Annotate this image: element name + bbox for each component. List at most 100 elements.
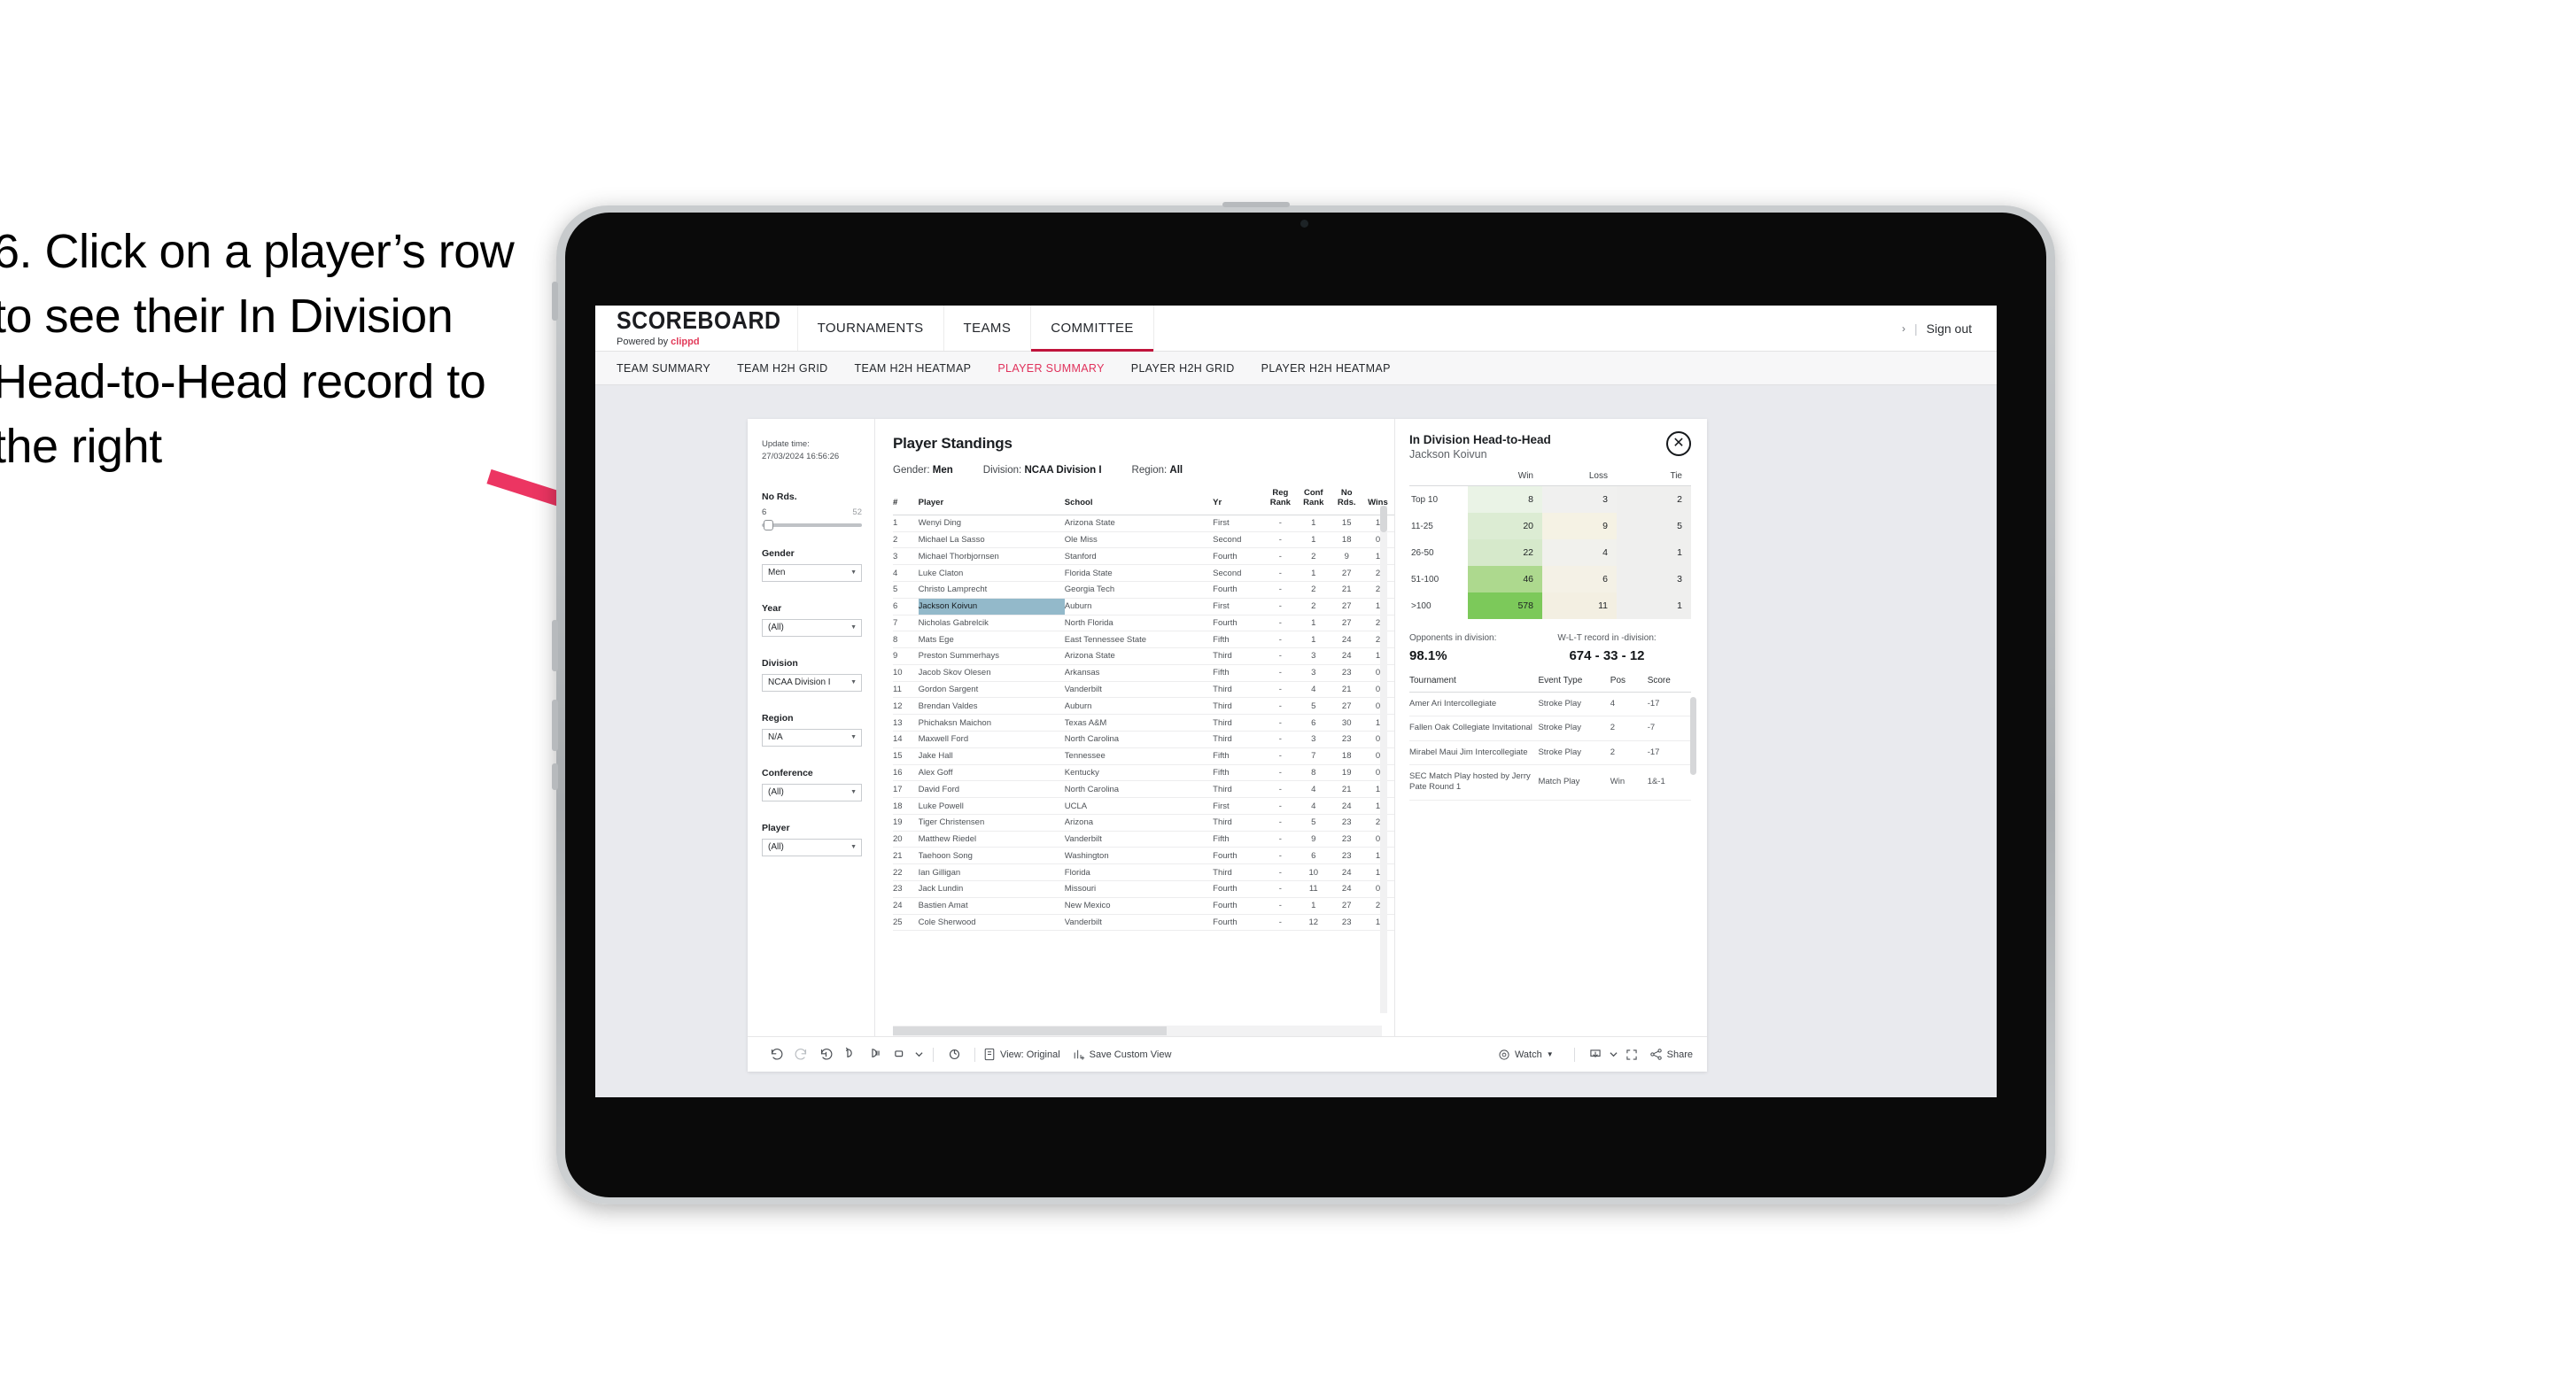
conference-select[interactable]: (All) ▼ <box>762 783 862 801</box>
school-cell: Vanderbilt <box>1064 914 1214 932</box>
view-original-button[interactable]: View: Original <box>983 1048 1060 1061</box>
table-row[interactable]: 6 Jackson Koivun Auburn First -2 27 1 <box>893 598 1394 616</box>
standings-hscroll-track[interactable] <box>893 1026 1382 1036</box>
table-row[interactable]: 9 Preston Summerhays Arizona State Third -3 2… <box>893 647 1394 665</box>
table-row[interactable]: 4 Luke Claton Florida State Second -1 27 2 <box>893 564 1394 582</box>
revert-icon[interactable] <box>813 1042 838 1067</box>
chevron-down-icon[interactable] <box>912 1042 925 1067</box>
share-button[interactable]: Share <box>1649 1048 1693 1061</box>
table-row[interactable]: 17 David Ford North Carolina Third -4 21 1 <box>893 780 1394 799</box>
tab-team-summary[interactable]: TEAM SUMMARY <box>617 362 710 375</box>
watch-button[interactable]: Watch ▼ <box>1498 1049 1554 1061</box>
nav-item-tournaments[interactable]: TOURNAMENTS <box>796 306 943 351</box>
table-row[interactable]: 3 Michael Thorbjornsen Stanford Fourth -2 9 1 <box>893 547 1394 566</box>
col-rank[interactable]: # <box>893 486 919 515</box>
h2h-band-label: 51-100 <box>1409 566 1468 592</box>
highlight-icon[interactable] <box>942 1042 966 1067</box>
col-pos[interactable]: Pos <box>1610 676 1648 693</box>
brand-logo[interactable]: SCOREBOARD Powered by clippd <box>595 306 797 351</box>
col-event-type[interactable]: Event Type <box>1538 676 1610 693</box>
col-no-rds[interactable]: No Rds. <box>1331 486 1365 515</box>
tournament-row[interactable]: Amer Ari Intercollegiate Stroke Play 4 -17 <box>1409 692 1691 717</box>
nav-item-committee[interactable]: COMMITTEE <box>1030 306 1153 352</box>
no-rds-cell: 24 <box>1331 647 1365 665</box>
table-row[interactable]: 18 Luke Powell UCLA First -4 24 1 <box>893 797 1394 815</box>
table-row[interactable]: 13 Phichaksn Maichon Texas A&M Third -6 30 1 <box>893 714 1394 732</box>
standings-thead: # Player School Yr Reg Rank Conf Rank No Rd… <box>893 486 1394 515</box>
year-cell: Fifth <box>1213 831 1266 848</box>
col-yr[interactable]: Yr <box>1213 486 1266 515</box>
tab-player-h2h-grid[interactable]: PLAYER H2H GRID <box>1131 362 1235 375</box>
fullscreen-icon[interactable] <box>1619 1042 1644 1067</box>
download-icon[interactable] <box>1583 1042 1608 1067</box>
table-row[interactable]: 5 Christo Lamprecht Georgia Tech Fourth -2 21… <box>893 581 1394 599</box>
table-row[interactable]: 7 Nicholas Gabrelcik North Florida Fourth -1… <box>893 615 1394 632</box>
tab-player-h2h-heatmap[interactable]: PLAYER H2H HEATMAP <box>1261 362 1391 375</box>
tournament-row[interactable]: Mirabel Maui Jim Intercollegiate Stroke P… <box>1409 740 1691 766</box>
standings-hscroll-thumb[interactable] <box>893 1026 1168 1035</box>
school-cell: Auburn <box>1064 598 1214 616</box>
nav-item-teams[interactable]: TEAMS <box>943 306 1031 351</box>
table-row[interactable]: 20 Matthew Riedel Vanderbilt Fifth -9 23 0 <box>893 831 1394 848</box>
table-row[interactable]: 15 Jake Hall Tennessee Fifth -7 18 0 <box>893 747 1394 765</box>
no-rds-cell: 23 <box>1331 814 1365 832</box>
refresh-icon[interactable] <box>838 1042 863 1067</box>
sign-out-link[interactable]: Sign out <box>1927 321 1972 336</box>
table-row[interactable]: 2 Michael La Sasso Ole Miss Second -1 18 0 <box>893 531 1394 549</box>
tournament-row[interactable]: SEC Match Play hosted by Jerry Pate Roun… <box>1409 764 1691 801</box>
region-select[interactable]: N/A ▼ <box>762 728 862 747</box>
school-cell: Arizona State <box>1064 647 1214 665</box>
watch-label: Watch <box>1514 1049 1542 1060</box>
col-school[interactable]: School <box>1064 486 1214 515</box>
player-cell: Michael Thorbjornsen <box>918 547 1065 566</box>
table-row[interactable]: 24 Bastien Amat New Mexico Fourth -1 27 2 <box>893 897 1394 915</box>
tab-team-h2h-heatmap[interactable]: TEAM H2H HEATMAP <box>855 362 972 375</box>
col-reg-rank[interactable]: Reg Rank <box>1265 486 1300 515</box>
undo-icon[interactable] <box>764 1042 788 1067</box>
table-row[interactable]: 11 Gordon Sargent Vanderbilt Third -4 21 0 <box>893 681 1394 699</box>
conf-rank-cell: 1 <box>1299 615 1332 632</box>
table-row[interactable]: 22 Ian Gilligan Florida Third -10 24 1 <box>893 863 1394 882</box>
tournament-vscroll-thumb[interactable] <box>1690 697 1696 775</box>
reg-rank-cell: - <box>1265 598 1300 616</box>
chevron-right-icon[interactable]: › <box>1902 322 1905 335</box>
table-row[interactable]: 21 Taehoon Song Washington Fourth -6 23 1 <box>893 847 1394 865</box>
chevron-down-icon[interactable] <box>1608 1042 1619 1067</box>
slider-handle[interactable] <box>764 519 773 530</box>
year-cell: Fourth <box>1213 897 1266 915</box>
col-player[interactable]: Player <box>918 486 1065 515</box>
gender-select[interactable]: Men ▼ <box>762 563 862 582</box>
year-select[interactable]: (All) ▼ <box>762 618 862 637</box>
col-score[interactable]: Score <box>1647 676 1691 693</box>
col-tournament[interactable]: Tournament <box>1409 676 1539 693</box>
no-rounds-slider[interactable] <box>762 519 862 530</box>
close-icon[interactable]: ✕ <box>1666 431 1691 456</box>
no-rds-cell: 23 <box>1331 664 1365 682</box>
table-row[interactable]: 12 Brendan Valdes Auburn Third -5 27 0 <box>893 697 1394 716</box>
table-row[interactable]: 25 Cole Sherwood Vanderbilt Fourth -12 23 1 <box>893 914 1394 932</box>
filter-player-label: Player <box>762 822 790 833</box>
table-row[interactable]: 16 Alex Goff Kentucky Fifth -8 19 0 <box>893 764 1394 782</box>
table-row[interactable]: 10 Jacob Skov Olesen Arkansas Fifth -3 23 0 <box>893 664 1394 682</box>
tournament-name-cell: SEC Match Play hosted by Jerry Pate Roun… <box>1409 764 1539 801</box>
col-conf-rank[interactable]: Conf Rank <box>1299 486 1332 515</box>
table-row[interactable]: 23 Jack Lundin Missouri Fourth -11 24 0 <box>893 880 1394 898</box>
redo-icon[interactable] <box>788 1042 813 1067</box>
division-select[interactable]: NCAA Division I ▼ <box>762 673 862 692</box>
player-select[interactable]: (All) ▼ <box>762 838 862 856</box>
reg-rank-cell: - <box>1265 880 1300 898</box>
table-row[interactable]: 1 Wenyi Ding Arizona State First -1 15 1 <box>893 515 1394 532</box>
tournament-row[interactable]: Fallen Oak Collegiate Invitational Stroke… <box>1409 716 1691 741</box>
table-row[interactable]: 19 Tiger Christensen Arizona Third -5 23 2 <box>893 814 1394 832</box>
pause-refresh-icon[interactable] <box>863 1042 888 1067</box>
standings-vscroll-thumb[interactable] <box>1380 506 1387 532</box>
tab-team-h2h-grid[interactable]: TEAM H2H GRID <box>737 362 827 375</box>
save-custom-view-label: Save Custom View <box>1089 1049 1172 1060</box>
tab-player-summary[interactable]: PLAYER SUMMARY <box>997 362 1104 375</box>
table-row[interactable]: 14 Maxwell Ford North Carolina Third -3 23 0 <box>893 731 1394 748</box>
pause-auto-update-icon[interactable] <box>888 1042 912 1067</box>
standings-vscroll-track[interactable] <box>1380 506 1387 1013</box>
table-row[interactable]: 8 Mats Ege East Tennessee State Fifth -1 24 2 <box>893 631 1394 649</box>
save-custom-view-button[interactable]: Save Custom View <box>1073 1048 1172 1061</box>
filter-conference: Conference (All) ▼ <box>762 768 862 801</box>
